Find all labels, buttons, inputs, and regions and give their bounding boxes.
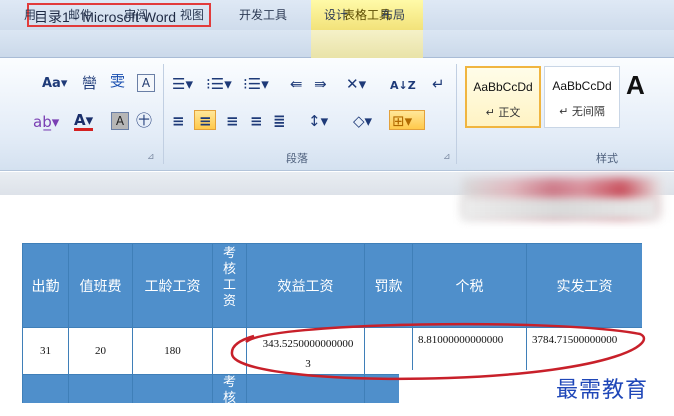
tab-view[interactable]: 视图 (180, 6, 204, 23)
table-cell (246, 374, 365, 403)
watermark: 最需教育 (556, 378, 649, 403)
header-cell: 罚款 (364, 243, 413, 328)
tab-mailings[interactable]: 邮件 (68, 6, 92, 23)
table-cell[interactable] (364, 327, 413, 375)
style-heading-sample[interactable]: A (626, 70, 645, 101)
table-cell (22, 374, 69, 403)
shading-button[interactable]: ◇▾ (353, 113, 372, 129)
group-separator (163, 64, 164, 164)
ribbon-panel: Aa▾ 㘘 雯 A ab̲▾ A▾ A ㊉ ⊿ ☰▾ ⁝☰▾ ⁝☰▾ ⇚ ⇛ ✕… (0, 58, 674, 171)
header-cell: 出勤 (22, 243, 69, 328)
tab-developer[interactable]: 开发工具 (239, 6, 287, 23)
character-shading-button[interactable]: A (111, 112, 129, 130)
text-highlight-button[interactable]: ab̲▾ (33, 114, 59, 130)
cell-value: 343.5250000000000 3 (262, 338, 354, 370)
enclose-characters-button[interactable]: 雯 (110, 73, 125, 89)
decrease-indent-button[interactable]: ⇚ (290, 76, 303, 92)
enclosed-alphanumerics-button[interactable]: ㊉ (136, 113, 152, 129)
table-cell[interactable]: 343.5250000000000 3 (246, 327, 365, 375)
phonetic-guide-button[interactable]: 㘘 (82, 75, 97, 91)
tab-layout[interactable]: 布局 (381, 6, 405, 23)
window-title: 目录1 - Microsoft Word (34, 9, 177, 25)
style-no-spacing[interactable]: AaBbCcDd ↵ 无间隔 (544, 66, 620, 128)
line-spacing-button[interactable]: ↕▾ (308, 113, 328, 129)
font-dialog-launcher-icon[interactable]: ⊿ (147, 152, 155, 162)
style-sample-text: AaBbCcDd (552, 79, 612, 93)
table-cell[interactable]: 3784.71500000000 (526, 327, 642, 375)
distributed-button[interactable]: ≣ (273, 113, 286, 129)
header-cell: 个税 (412, 243, 527, 328)
header-cell-assessment: 考核工资 (212, 243, 247, 328)
styles-group-label: 样式 (596, 152, 618, 165)
tab-review[interactable]: 审阅 (124, 6, 148, 23)
table-cell (68, 374, 133, 403)
table-cell[interactable]: 31 (22, 327, 69, 375)
font-color-button[interactable]: A▾ (74, 112, 94, 131)
header-cell: 效益工资 (246, 243, 365, 328)
header-cell: 值班费 (68, 243, 133, 328)
style-name-label: ↵ 正文 (485, 106, 521, 119)
table-cell: 考核 (212, 374, 247, 403)
table-cell[interactable] (212, 327, 247, 375)
sort-button[interactable]: A↓Z (390, 78, 416, 94)
paragraph-group-label: 段落 (286, 152, 308, 165)
table-cell[interactable]: 20 (68, 327, 133, 375)
table-cell[interactable]: 180 (132, 327, 213, 375)
align-right-button[interactable]: ≡ (226, 113, 239, 129)
header-cell: 工龄工资 (132, 243, 213, 328)
style-normal[interactable]: AaBbCcDd ↵ 正文 (465, 66, 541, 128)
chinese-layout-button[interactable]: ✕▾ (346, 76, 366, 92)
table-cell (132, 374, 213, 403)
context-tabs-background (311, 30, 423, 58)
borders-button[interactable]: ⊞▾ (392, 113, 412, 129)
grow-font-button[interactable]: Aa▾ (42, 76, 67, 92)
style-name-label: ↵ 无间隔 (559, 105, 605, 118)
header-cell: 实发工资 (526, 243, 642, 328)
tab-reference[interactable]: 用 (24, 6, 36, 23)
bullets-button[interactable]: ☰▾ (172, 76, 193, 92)
character-border-button[interactable]: A (137, 74, 155, 92)
group-separator (456, 64, 457, 164)
style-sample-text: AaBbCcDd (473, 80, 533, 94)
paragraph-dialog-launcher-icon[interactable]: ⊿ (443, 152, 451, 162)
increase-indent-button[interactable]: ⇛ (314, 76, 327, 92)
justify-button[interactable]: ≡ (250, 113, 263, 129)
table-cell[interactable]: 8.81000000000000 (412, 327, 527, 375)
blurred-region (462, 198, 657, 220)
multilevel-list-button[interactable]: ⁝☰▾ (243, 76, 269, 92)
table-row: 31 20 180 343.5250000000000 3 8.81000000… (22, 327, 642, 375)
align-left-button[interactable]: ≡ (172, 113, 185, 129)
numbering-button[interactable]: ⁝☰▾ (206, 76, 232, 92)
show-formatting-marks-button[interactable]: ↵ (432, 76, 445, 92)
tab-design[interactable]: 设计 (324, 6, 348, 23)
align-center-button[interactable]: ≡ (199, 113, 212, 129)
table-header-row: 出勤 值班费 工龄工资 考核工资 效益工资 罚款 个税 实发工资 (22, 243, 642, 328)
